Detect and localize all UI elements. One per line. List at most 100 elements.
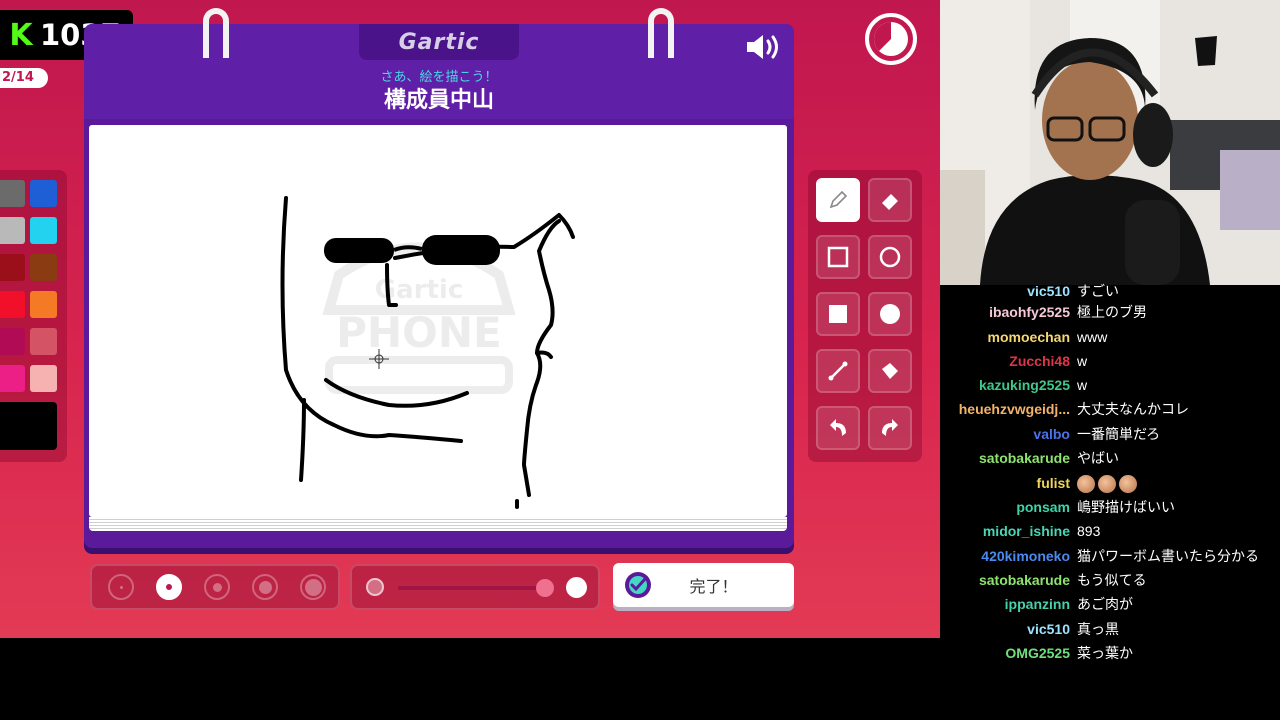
color-swatch-lightgray[interactable] [0, 217, 25, 244]
opacity-slider[interactable] [350, 564, 600, 610]
left-sunglass [324, 238, 394, 263]
chat-username: heuehzvwgeidj... [958, 401, 1070, 417]
color-swatch-blue[interactable] [30, 180, 57, 207]
brush-size-3[interactable] [204, 574, 230, 600]
color-palette [0, 170, 67, 462]
chat-username: ibaohfy2525 [989, 304, 1070, 320]
chat-username: ippanzinn [1004, 596, 1070, 612]
selected-color-black[interactable] [0, 402, 57, 450]
brush-size-1[interactable] [108, 574, 134, 600]
chat-text: w [1077, 353, 1088, 369]
binder-ring-left [203, 8, 229, 58]
color-swatch-gray[interactable] [0, 180, 25, 207]
binder-ring-right [648, 8, 674, 58]
chat-username: valbo [1033, 426, 1070, 442]
done-label: 完了！ [689, 577, 738, 596]
chat-message: valbo 一番簡単だろ [940, 422, 1280, 446]
rect-fill-icon[interactable] [816, 292, 860, 336]
chat-message: ponsam 嶋野描けばいい [940, 495, 1280, 519]
chat-text: やばい [1077, 450, 1119, 466]
chat-username: kazuking2525 [978, 377, 1070, 393]
chat-text: 嶋野描けばいい [1077, 499, 1175, 515]
color-swatch-pink[interactable] [0, 365, 25, 392]
color-swatch-rose[interactable] [30, 328, 57, 355]
chat-message: heuehzvwgeidj... 大丈夫なんかコレ [940, 397, 1280, 421]
drawing-svg: Gartic PHONE [280, 196, 575, 509]
color-swatch-orange[interactable] [30, 291, 57, 318]
color-swatch-magenta-dark[interactable] [0, 328, 25, 355]
pencil-icon[interactable] [816, 178, 860, 222]
opacity-max-icon [566, 577, 587, 598]
color-swatch-cyan[interactable] [30, 217, 57, 244]
chat-emotes [1077, 471, 1140, 495]
circle-outline-icon[interactable] [868, 235, 912, 279]
notebook-pages [89, 517, 787, 531]
color-swatch-brown[interactable] [30, 254, 57, 281]
rect-outline-icon[interactable] [816, 235, 860, 279]
chat-text: w [1077, 377, 1088, 393]
line-icon[interactable] [816, 349, 860, 393]
emote-icon [1119, 475, 1137, 494]
color-swatch-lightpink[interactable] [30, 365, 57, 392]
brush-size-2[interactable] [156, 574, 182, 600]
board-header: Gartic さあ、絵を描こう！ 構成員中山 [84, 24, 794, 119]
chat-message: kazuking2525 w [940, 373, 1280, 397]
chat-username: ponsam [1016, 499, 1070, 515]
watermark-text-bottom: PHONE [336, 308, 501, 357]
timer-icon [864, 12, 918, 66]
drawing-canvas[interactable]: Gartic PHONE [89, 125, 787, 517]
chat-username: fulist [1036, 475, 1070, 491]
chat-username: satobakarude [978, 572, 1070, 588]
chat-text: 菜っ葉か [1077, 645, 1133, 661]
chat-text: www [1077, 329, 1108, 345]
chat-username: vic510 [1027, 621, 1070, 637]
chat-username: OMG2525 [1005, 645, 1070, 661]
done-button[interactable]: 完了！ [613, 563, 794, 607]
color-swatch-red[interactable] [0, 291, 25, 318]
wall-poster [1195, 36, 1217, 66]
chat-text: 猫パワーボム書いたら分かる [1077, 548, 1259, 564]
chat-message: momoechan www [940, 325, 1280, 349]
chat-username: momoechan [987, 329, 1070, 345]
chat-text: もう似てる [1077, 572, 1147, 588]
chat-message: Zucchi48 w [940, 349, 1280, 373]
chat-message: ibaohfy2525 極上のブ男 [940, 300, 1280, 324]
microphone [1125, 200, 1180, 285]
chat-panel: vic510 すごい ibaohfy2525 極上のブ男 momoechan w… [940, 283, 1280, 720]
opacity-handle[interactable] [536, 579, 554, 597]
chat-message: ippanzinn あご肉が [940, 592, 1280, 616]
bucket-icon[interactable] [868, 349, 912, 393]
opacity-min-icon [366, 578, 384, 596]
gartic-logo: Gartic [359, 24, 519, 60]
sound-icon[interactable] [744, 30, 784, 64]
chat-username: satobakarude [978, 450, 1070, 466]
color-swatch-darkred[interactable] [0, 254, 25, 281]
opacity-track[interactable] [398, 586, 548, 590]
chat-message: vic510 真っ黒 [940, 617, 1280, 641]
chat-username: midor_ishine [982, 523, 1070, 539]
chat-text: 大丈夫なんかコレ [1077, 401, 1189, 417]
tool-panel [808, 170, 922, 462]
eraser-icon[interactable] [868, 178, 912, 222]
chat-message: OMG2525 菜っ葉か [940, 641, 1280, 665]
chat-message: satobakarude やばい [940, 446, 1280, 470]
brush-size-4[interactable] [252, 574, 278, 600]
check-icon [625, 572, 651, 598]
redo-icon[interactable] [868, 406, 912, 450]
chat-text: 真っ黒 [1077, 621, 1119, 637]
bottom-black-bar [0, 638, 940, 720]
undo-icon[interactable] [816, 406, 860, 450]
chat-text: 極上のブ男 [1077, 304, 1147, 320]
chat-username: Zucchi48 [1009, 353, 1070, 369]
emote-icon [1077, 475, 1095, 494]
chat-message: satobakarude もう似てる [940, 568, 1280, 592]
watermark-logo: Gartic PHONE [322, 242, 516, 394]
chat-text: 一番簡単だろ [1077, 426, 1161, 442]
chat-message: 420kimoneko 猫パワーボム書いたら分かる [940, 544, 1280, 568]
right-sunglass [422, 235, 500, 265]
webcam-feed [940, 0, 1280, 285]
chat-text: あご肉が [1077, 596, 1133, 612]
circle-fill-icon[interactable] [868, 292, 912, 336]
emote-icon [1098, 475, 1116, 494]
brush-size-5[interactable] [300, 574, 326, 600]
